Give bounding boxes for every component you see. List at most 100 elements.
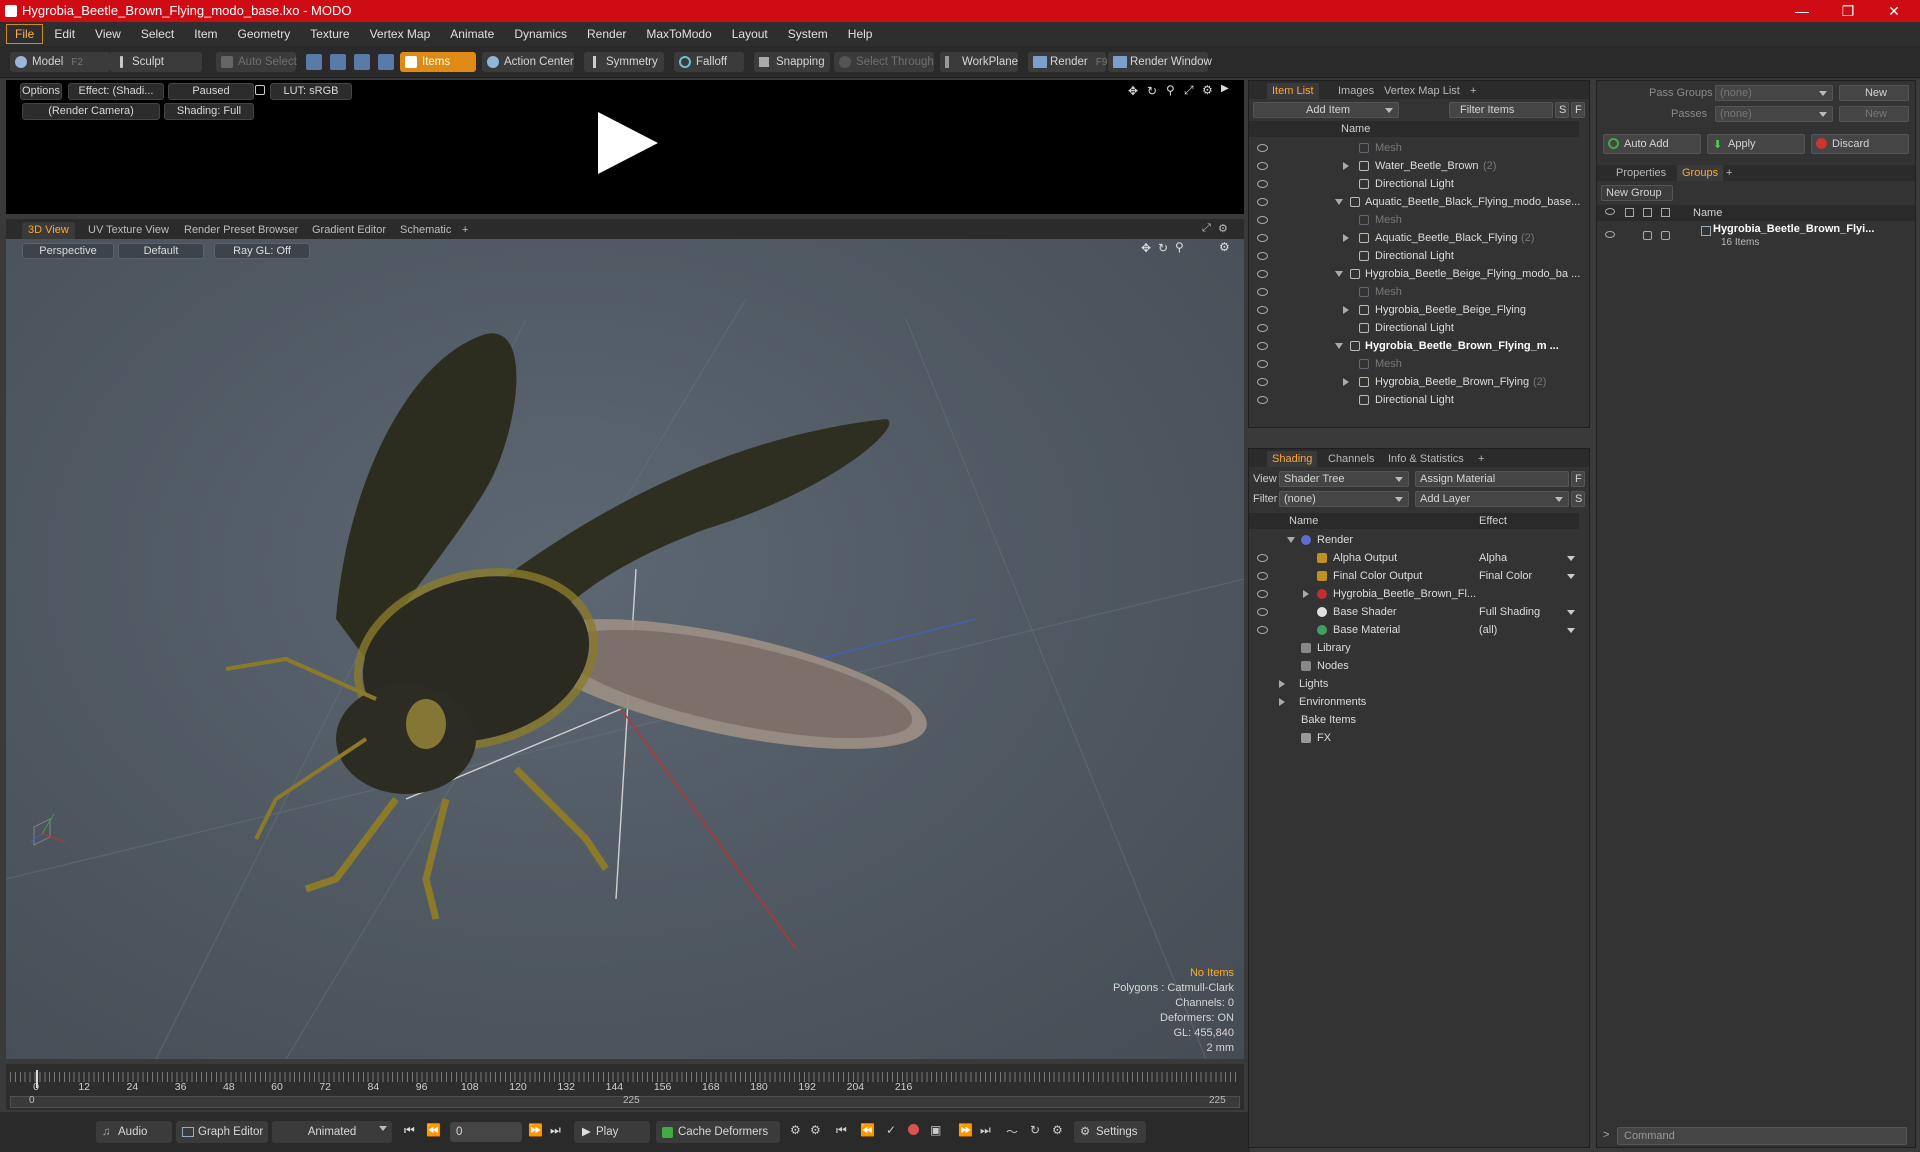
item-list-row[interactable]: Water_Beetle_Brown (2) [1249, 157, 1579, 175]
visibility-eye-icon[interactable] [1257, 234, 1268, 242]
restore-button[interactable]: ❐ [1825, 0, 1871, 22]
new-pass-group-button[interactable]: New [1839, 85, 1909, 101]
settings-button[interactable]: ⚙ Settings [1074, 1121, 1146, 1143]
tab-channels[interactable]: Channels [1323, 451, 1379, 467]
item-list-row[interactable]: Directional Light [1249, 391, 1579, 409]
menu-system[interactable]: System [779, 24, 837, 44]
render-effect-dropdown[interactable]: Effect: (Shadi... [68, 83, 164, 100]
tab-schematic[interactable]: Schematic [394, 222, 457, 239]
previous-key-icon[interactable]: ⏪ [426, 1123, 441, 1137]
shader-tree-row[interactable]: FX [1249, 729, 1579, 747]
collapsed-arrow-icon[interactable] [1343, 162, 1349, 170]
item-list-row[interactable]: Mesh [1249, 355, 1579, 373]
add-item-dropdown[interactable]: Add Item [1253, 102, 1399, 118]
collapsed-arrow-icon[interactable] [1343, 378, 1349, 386]
visibility-eye-icon[interactable] [1257, 342, 1268, 350]
group-select-toggle[interactable] [1661, 231, 1670, 240]
go-to-start-icon[interactable]: ⏮ [404, 1123, 415, 1138]
render-button[interactable]: Render F9 [1028, 52, 1107, 72]
audio-button[interactable]: ♫ Audio [96, 1121, 172, 1143]
edges-mode-icon[interactable] [330, 54, 346, 70]
command-input[interactable]: Command [1617, 1127, 1907, 1145]
group-lock-toggle[interactable] [1643, 231, 1652, 240]
maximize-view-icon[interactable]: ⤢ [1184, 83, 1194, 98]
menu-layout[interactable]: Layout [723, 24, 777, 44]
pass-groups-dropdown[interactable]: (none) [1715, 85, 1833, 101]
visibility-eye-icon[interactable] [1257, 626, 1268, 634]
group-visibility-icon[interactable] [1605, 231, 1615, 238]
shader-tree-row[interactable]: Library [1249, 639, 1579, 657]
options-icon[interactable]: ⚙ [1052, 1123, 1063, 1137]
item-list-row[interactable]: Directional Light [1249, 319, 1579, 337]
vp-settings-gear-icon[interactable]: ⚙ [1219, 240, 1230, 254]
loop-icon[interactable]: ↻ [1030, 1123, 1040, 1137]
visibility-eye-icon[interactable] [1257, 324, 1268, 332]
timeline[interactable]: 0 12 24 36 48 60 72 84 96 108 120 132 144 156 168 180 19… [6, 1064, 1244, 1110]
item-list-row[interactable]: Mesh [1249, 139, 1579, 157]
auto-add-button[interactable]: Auto Add [1603, 134, 1701, 154]
play-button[interactable]: ▶ Play [574, 1121, 650, 1143]
effect-dropdown-arrow-icon[interactable] [1567, 628, 1575, 633]
visibility-eye-icon[interactable] [1257, 360, 1268, 368]
collapsed-arrow-icon[interactable] [1303, 590, 1309, 598]
menu-edit[interactable]: Edit [45, 24, 84, 44]
render-paused-button[interactable]: Paused [168, 83, 254, 100]
render-window-button[interactable]: Render Window [1108, 52, 1212, 72]
item-list-row[interactable]: Hygrobia_Beetle_Beige_Flying [1249, 301, 1579, 319]
visibility-eye-icon[interactable] [1257, 608, 1268, 616]
polygons-mode-icon[interactable] [354, 54, 370, 70]
effect-dropdown-arrow-icon[interactable] [1567, 610, 1575, 615]
menu-view[interactable]: View [86, 24, 130, 44]
snapping-button[interactable]: Snapping [754, 52, 830, 72]
add-layer-dropdown[interactable]: Add Layer [1415, 491, 1569, 507]
visibility-eye-icon[interactable] [1257, 144, 1268, 152]
render-options-button[interactable]: Options [20, 83, 62, 100]
visibility-eye-icon[interactable] [1257, 288, 1268, 296]
shader-tree-row[interactable]: Render [1249, 531, 1579, 549]
menu-maxtomodo[interactable]: MaxToModo [637, 24, 720, 44]
vp-zoom-icon[interactable]: ⚲ [1175, 240, 1184, 254]
key-set-icon[interactable]: ✓ [886, 1123, 896, 1137]
passes-dropdown[interactable]: (none) [1715, 106, 1833, 122]
vertices-mode-icon[interactable] [306, 54, 322, 70]
shader-tree-row[interactable]: Lights [1249, 675, 1579, 693]
collapsed-arrow-icon[interactable] [1343, 234, 1349, 242]
default-shading-dropdown[interactable]: Default [118, 243, 204, 259]
menu-help[interactable]: Help [839, 24, 882, 44]
shader-tree-row[interactable]: Final Color Output Final Color [1249, 567, 1579, 585]
item-list-row[interactable]: Hygrobia_Beetle_Brown_Flying (2) [1249, 373, 1579, 391]
tab-groups[interactable]: Groups [1677, 165, 1724, 181]
visibility-eye-icon[interactable] [1257, 270, 1268, 278]
next-key-icon[interactable]: ⏩ [528, 1123, 543, 1137]
viewport-settings-gear-icon[interactable]: ⚙ [1218, 222, 1228, 235]
key-prev-icon[interactable]: ⏮ [836, 1123, 847, 1138]
effect-value[interactable]: (all) [1479, 621, 1497, 639]
apply-button[interactable]: ⬇ Apply [1707, 134, 1805, 154]
menu-texture[interactable]: Texture [301, 24, 358, 44]
tab-vertex-map-list[interactable]: Vertex Map List [1379, 83, 1465, 99]
lut-dropdown[interactable]: LUT: sRGB [270, 83, 352, 100]
visibility-eye-icon[interactable] [1257, 378, 1268, 386]
tab-shading[interactable]: Shading [1267, 451, 1318, 467]
assign-material-field[interactable]: Assign Material [1415, 471, 1569, 487]
menu-render[interactable]: Render [578, 24, 635, 44]
menu-select[interactable]: Select [132, 24, 183, 44]
group-row[interactable]: Hygrobia_Beetle_Brown_Flyi... 16 Items [1597, 223, 1915, 255]
shader-tree-row[interactable]: Bake Items [1249, 711, 1579, 729]
shader-tree-row[interactable]: Nodes [1249, 657, 1579, 675]
close-button[interactable]: ✕ [1871, 0, 1917, 22]
visibility-eye-icon[interactable] [1257, 572, 1268, 580]
shader-tree-row[interactable]: Alpha Output Alpha [1249, 549, 1579, 567]
filter-dropdown[interactable]: (none) [1279, 491, 1409, 507]
symmetry-button[interactable]: Symmetry [584, 52, 664, 72]
expanded-arrow-icon[interactable] [1335, 199, 1343, 205]
minimize-button[interactable]: — [1779, 0, 1825, 22]
effect-dropdown-arrow-icon[interactable] [1567, 574, 1575, 579]
add-shading-tab-button[interactable]: + [1473, 451, 1489, 467]
menu-vertex-map[interactable]: Vertex Map [361, 24, 440, 44]
menu-animate[interactable]: Animate [441, 24, 503, 44]
zoom-view-icon[interactable]: ⚲ [1166, 83, 1175, 97]
play-render-icon[interactable] [592, 108, 662, 178]
shader-tree-row[interactable]: Base Shader Full Shading [1249, 603, 1579, 621]
visibility-eye-icon[interactable] [1257, 162, 1268, 170]
